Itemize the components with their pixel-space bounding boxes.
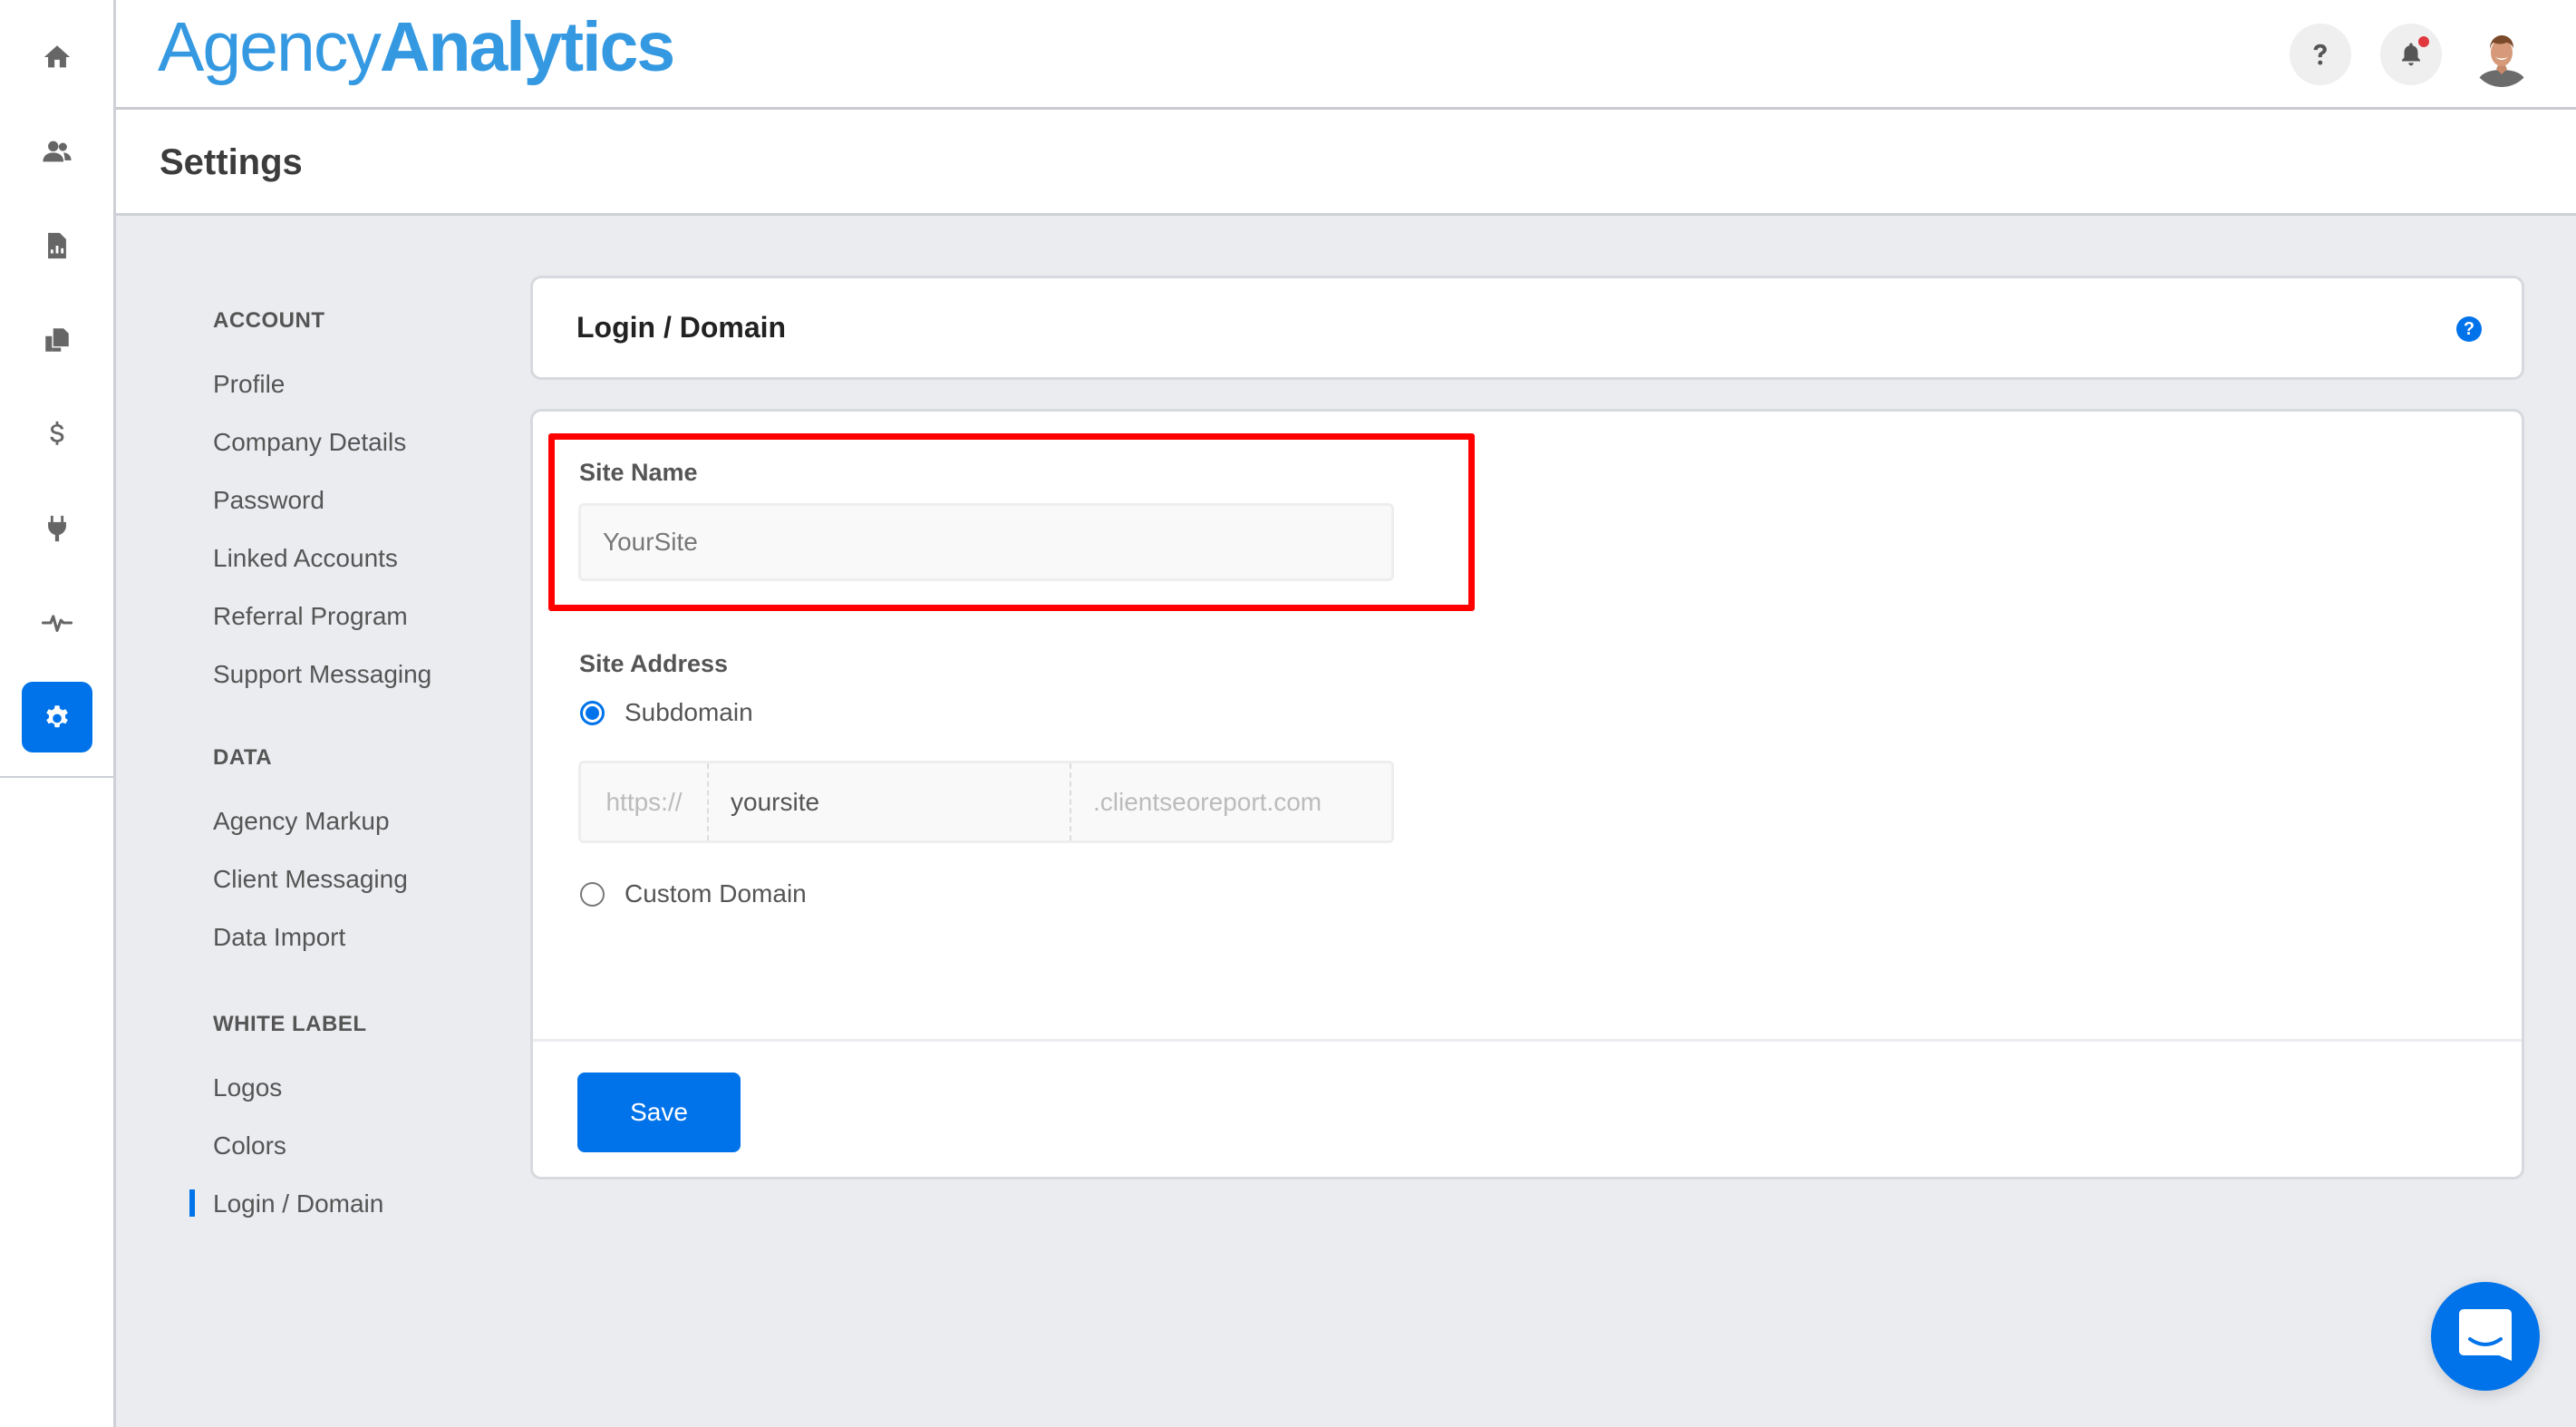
user-avatar[interactable] — [2471, 25, 2532, 87]
rail-activity[interactable] — [22, 587, 92, 658]
documents-icon — [45, 328, 69, 352]
nav-item-login-domain[interactable]: Login / Domain — [189, 1175, 512, 1233]
nav-item-client-messaging[interactable]: Client Messaging — [213, 850, 512, 908]
help-button[interactable] — [2290, 24, 2351, 85]
nav-heading-data: DATA — [213, 745, 273, 770]
logo-bold-text: Analytics — [379, 8, 675, 86]
notification-badge — [2418, 36, 2429, 47]
url-prefix: https:// — [581, 763, 709, 840]
settings-nav: ACCOUNT Profile Company Details Password… — [189, 308, 512, 1275]
nav-heading-white-label: WHITE LABEL — [213, 1012, 367, 1036]
nav-item-company-details[interactable]: Company Details — [213, 413, 512, 471]
rail-settings[interactable] — [22, 682, 92, 752]
plug-icon — [48, 515, 66, 542]
rail-reports[interactable] — [22, 210, 92, 281]
panel-header-card: Login / Domain ? — [530, 276, 2524, 380]
rail-integrations[interactable] — [22, 493, 92, 564]
nav-item-data-import[interactable]: Data Import — [213, 908, 512, 966]
nav-item-agency-markup[interactable]: Agency Markup — [213, 792, 512, 850]
rail-divider — [0, 776, 113, 778]
activity-icon — [42, 615, 73, 633]
nav-item-linked-accounts[interactable]: Linked Accounts — [213, 529, 512, 587]
nav-item-colors[interactable]: Colors — [213, 1117, 512, 1175]
home-icon — [44, 45, 71, 68]
dollar-icon — [50, 421, 64, 445]
rail-documents[interactable] — [22, 305, 92, 375]
site-name-input[interactable] — [578, 503, 1394, 581]
rail-billing[interactable] — [22, 399, 92, 470]
nav-item-password[interactable]: Password — [213, 471, 512, 529]
panel-title: Login / Domain — [576, 311, 787, 344]
chat-icon — [2459, 1309, 2512, 1361]
save-button[interactable]: Save — [577, 1073, 741, 1152]
nav-heading-account: ACCOUNT — [213, 308, 325, 333]
logo[interactable]: AgencyAnalytics — [158, 7, 675, 88]
login-domain-form: Site Name Site Address Subdomain https:/… — [530, 409, 2524, 1179]
nav-group-white-label: WHITE LABEL Logos Colors Login / Domain — [189, 1012, 512, 1233]
rail-clients[interactable] — [22, 116, 92, 187]
nav-item-referral-program[interactable]: Referral Program — [213, 587, 512, 646]
help-circle-icon[interactable]: ? — [2456, 316, 2482, 342]
form-footer-divider — [533, 1039, 2522, 1042]
question-icon — [2313, 44, 2327, 65]
chat-launcher-button[interactable] — [2431, 1282, 2540, 1391]
subdomain-input[interactable] — [709, 763, 1071, 840]
report-icon — [48, 232, 66, 259]
custom-domain-label: Custom Domain — [625, 879, 807, 908]
subdomain-option[interactable]: Subdomain — [580, 698, 753, 727]
subdomain-input-group: https:// .clientseoreport.com — [578, 761, 1394, 843]
icon-rail — [0, 0, 116, 1427]
subdomain-radio[interactable] — [580, 700, 605, 725]
nav-item-support-messaging[interactable]: Support Messaging — [213, 646, 512, 704]
site-address-label: Site Address — [579, 650, 729, 677]
custom-domain-radio[interactable] — [580, 881, 605, 907]
page-title: Settings — [160, 142, 303, 182]
nav-group-account: ACCOUNT Profile Company Details Password… — [213, 308, 512, 704]
nav-item-logos[interactable]: Logos — [213, 1059, 512, 1117]
avatar-photo — [2471, 25, 2532, 87]
nav-item-profile[interactable]: Profile — [213, 355, 512, 413]
users-icon — [43, 141, 72, 162]
gear-icon — [46, 705, 68, 728]
page-title-bar: Settings — [116, 110, 2576, 216]
domain-suffix: .clientseoreport.com — [1093, 787, 1322, 816]
custom-domain-option[interactable]: Custom Domain — [580, 879, 807, 908]
logo-light-text: Agency — [158, 8, 382, 86]
rail-home[interactable] — [22, 22, 92, 92]
top-header: AgencyAnalytics — [116, 0, 2576, 110]
notifications-button[interactable] — [2380, 24, 2442, 85]
subdomain-label: Subdomain — [625, 698, 753, 726]
site-name-label: Site Name — [579, 459, 698, 486]
nav-group-data: DATA Agency Markup Client Messaging Data… — [213, 745, 512, 966]
